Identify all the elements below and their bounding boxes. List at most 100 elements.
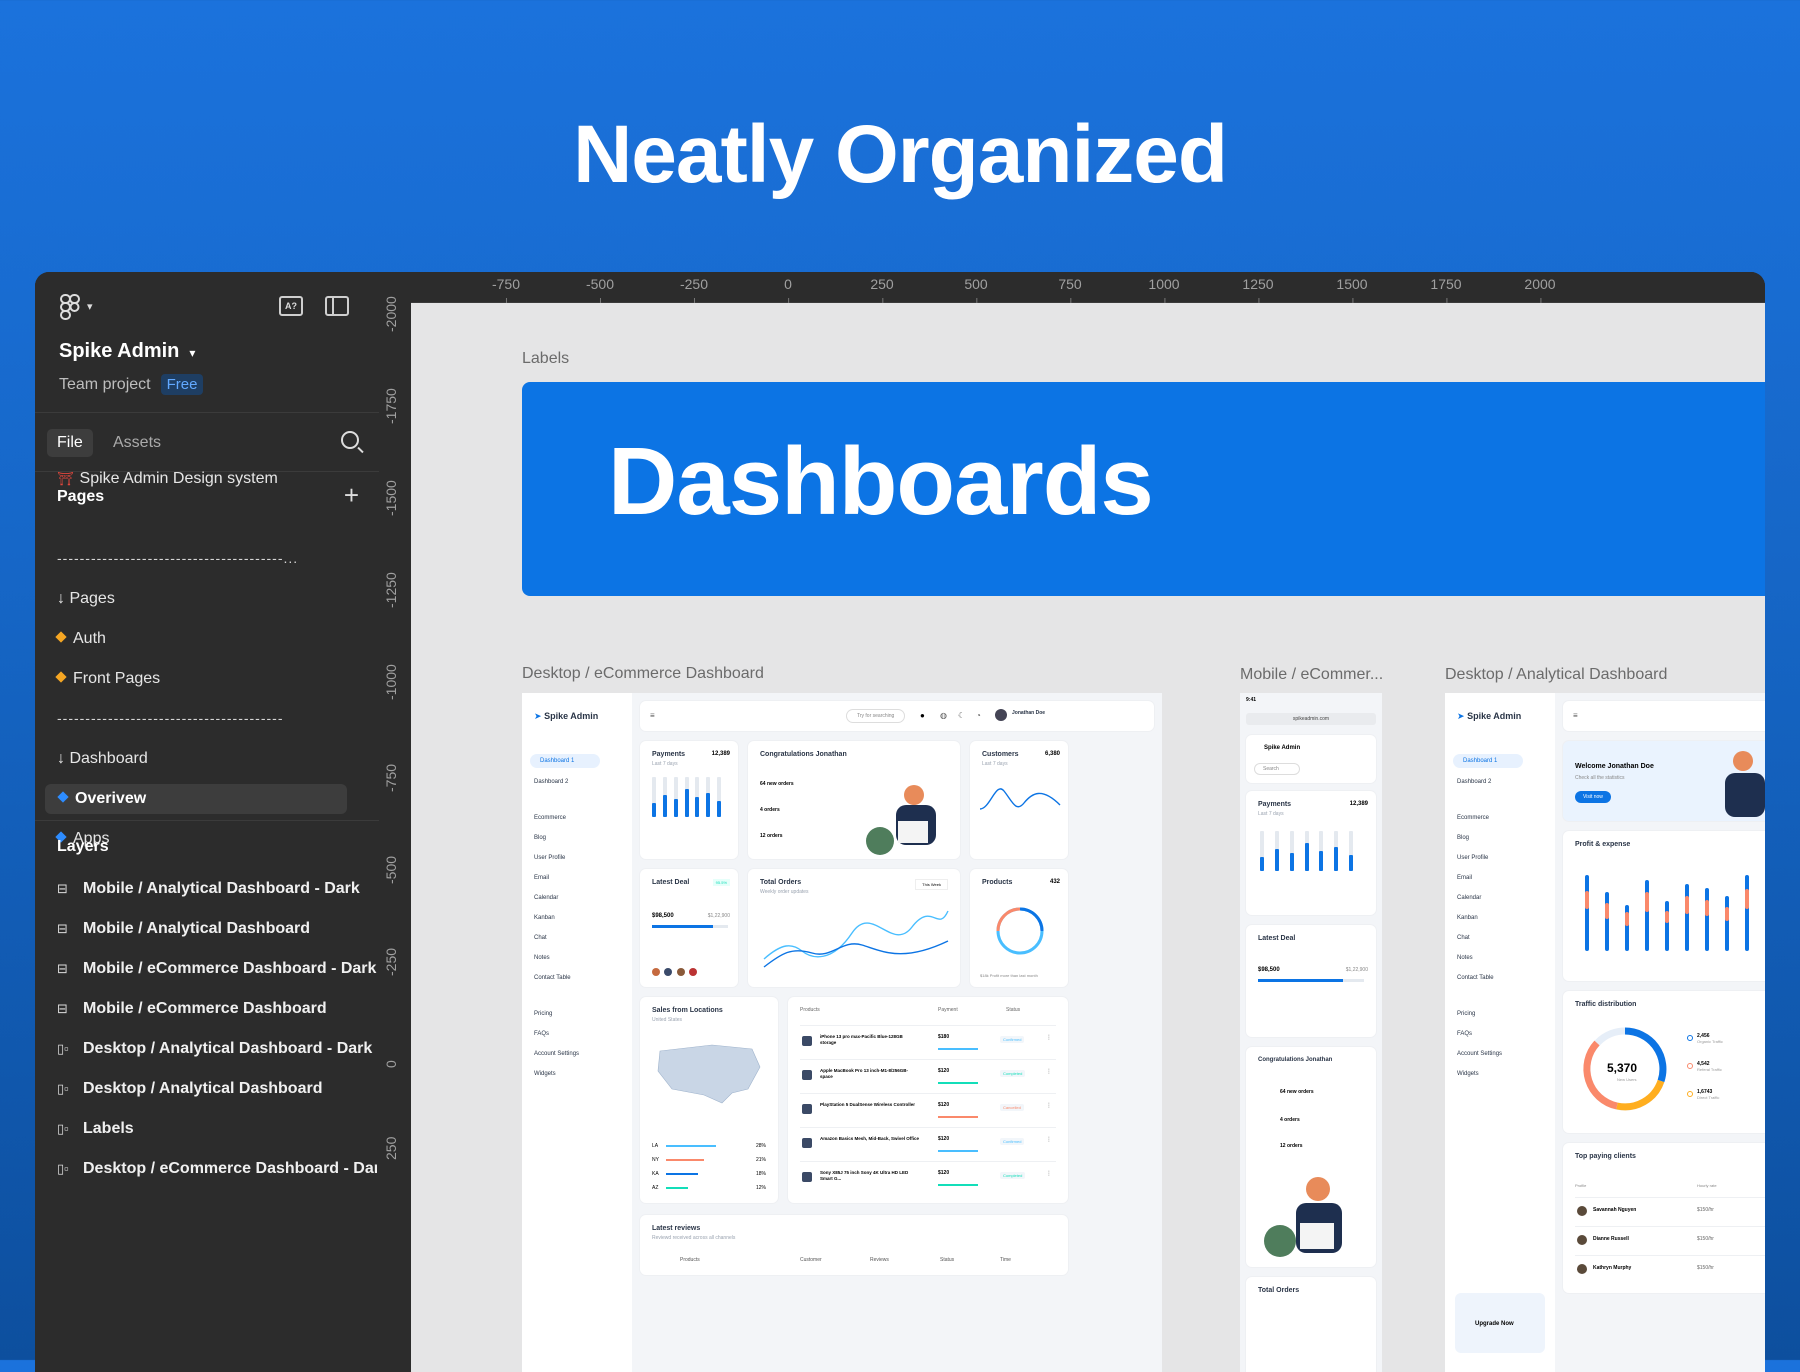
- bar: [717, 801, 722, 817]
- latest-reviews-card: Latest reviews Reviewd received across a…: [640, 1215, 1068, 1275]
- tab-file[interactable]: File: [47, 429, 93, 457]
- orders-line-chart: [763, 910, 949, 968]
- page-item[interactable]: Front Pages: [55, 670, 160, 688]
- deal-progress-track: [652, 925, 728, 928]
- page-label: ↓ Dashboard: [57, 750, 148, 767]
- avatar: [995, 709, 1007, 721]
- layer-item[interactable]: ▯▫ Desktop / Analytical Dashboard: [57, 1080, 377, 1098]
- congrats-item: 12 orders: [760, 833, 783, 839]
- reviews-title: Latest reviews: [652, 1225, 701, 1232]
- ruler-tick-label: -750: [491, 276, 521, 304]
- frame-label-desktop-ecommerce[interactable]: Desktop / eCommerce Dashboard: [522, 665, 764, 683]
- deal-total: $1,22,900: [707, 913, 730, 919]
- left-panel: ▾ A? Spike Admin ▾ Team project Free File …: [35, 272, 380, 1372]
- tab-assets[interactable]: Assets: [103, 429, 171, 457]
- traffic-card: Traffic distribution 5,370 New Users 2,4…: [1563, 991, 1765, 1133]
- font-check-icon[interactable]: A?: [279, 296, 303, 316]
- page-item[interactable]: ↓ Pages: [57, 590, 115, 608]
- frame-label-mobile-ecommerce[interactable]: Mobile / eCommer...: [1240, 666, 1383, 684]
- layer-item[interactable]: ⊟ Mobile / Analytical Dashboard: [57, 920, 377, 938]
- frame-icon: ▯▫: [57, 1081, 69, 1096]
- layer-item[interactable]: ▯▫ Desktop / Analytical Dashboard - Dark: [57, 1040, 377, 1058]
- expense-bar: [1585, 891, 1589, 910]
- ruler-tick-label: -1500: [383, 480, 399, 516]
- status-badge: Cancelled: [1000, 1104, 1024, 1111]
- mini-menu-item: User Profile: [1457, 855, 1489, 861]
- expense-bar: [1745, 889, 1749, 910]
- page-divider: ----------------------------------------…: [57, 550, 347, 566]
- ruler-tick-label: 500: [964, 276, 988, 304]
- location-row: AZ 12%: [652, 1185, 766, 1199]
- deal-value: $98,500: [1258, 967, 1280, 973]
- layer-item[interactable]: ⊟ Mobile / eCommerce Dashboard: [57, 1000, 377, 1018]
- chevron-down-icon[interactable]: ▾: [87, 300, 93, 313]
- mini-user: Jonathan Doe: [1012, 710, 1046, 716]
- layer-item[interactable]: ▯▫ Desktop / eCommerce Dashboard - Dark: [57, 1160, 377, 1178]
- page-item[interactable]: Auth: [55, 630, 106, 648]
- location-pct: 12%: [755, 1185, 766, 1191]
- page-item[interactable]: Overivew: [45, 784, 347, 814]
- layer-item[interactable]: ▯▫ Labels: [57, 1120, 377, 1138]
- congrats-item: 4 orders: [760, 807, 780, 813]
- ruler-tick-label: 0: [784, 276, 792, 304]
- desktop-ecommerce-frame[interactable]: ➤ Spike Admin Dashboard 1 Dashboard 2 Ecom…: [522, 693, 1162, 1372]
- bar: [684, 789, 689, 817]
- legend-item: 1,6743 Direct Traffic: [1687, 1089, 1723, 1117]
- mini-menu-item: Account Settings: [1457, 1051, 1503, 1057]
- clients-title: Top paying clients: [1575, 1153, 1636, 1160]
- figma-logo-icon[interactable]: [59, 294, 81, 320]
- avatar: [664, 968, 673, 976]
- search-icon[interactable]: [341, 431, 359, 449]
- section-icon: ⊟: [57, 921, 68, 936]
- layer-item[interactable]: ⊟ Mobile / Analytical Dashboard - Dark: [57, 880, 377, 898]
- expense-bar: [1685, 896, 1689, 915]
- avatar: [689, 968, 698, 976]
- layer-label: Mobile / Analytical Dashboard: [83, 920, 311, 937]
- diamond-icon: [55, 671, 67, 683]
- client-rate: $150/hr: [1697, 1265, 1714, 1271]
- legend-label: Organic Traffic: [1697, 1039, 1723, 1044]
- mobile-orders-card: Total Orders: [1246, 1277, 1376, 1372]
- frame-label-desktop-analytical[interactable]: Desktop / Analytical Dashboard: [1445, 666, 1667, 684]
- product-thumb: [802, 1036, 812, 1046]
- diamond-icon: [57, 791, 69, 803]
- pages-title: Pages: [57, 488, 105, 505]
- customers-sub: Last 7 days: [982, 761, 1008, 767]
- design-canvas[interactable]: Labels Dashboards Desktop / eCommerce Da…: [411, 303, 1765, 1372]
- mini-menu-item: Dashboard 2: [534, 779, 569, 785]
- panel-toggle-icon[interactable]: [325, 296, 349, 316]
- ruler-tick-label: 1750: [1430, 276, 1462, 304]
- mini-menu-item: Notes: [534, 955, 550, 961]
- desktop-analytical-frame[interactable]: ➤ Spike Admin Dashboard 1 Dashboard 2 Ecom…: [1445, 693, 1765, 1372]
- page-item[interactable]: ↓ Dashboard: [57, 750, 148, 768]
- product-name: Apple MacBook Pro 13 inch-M1-8/256GB-spa…: [820, 1068, 909, 1079]
- section-icon: ⊟: [57, 961, 68, 976]
- traffic-title: Traffic distribution: [1575, 1001, 1637, 1008]
- project-name[interactable]: Spike Admin ▾: [59, 340, 195, 363]
- mini-menu-item: Chat: [534, 935, 547, 941]
- status-time: 9:41: [1246, 697, 1257, 703]
- avatar: [652, 968, 660, 976]
- frame-icon: ▯▫: [57, 1161, 69, 1176]
- page-item[interactable]: ⛩ Spike Admin Design system: [57, 470, 278, 488]
- mini-menu-item: Widgets: [534, 1071, 556, 1077]
- mini-menu-item: Contact Table: [1457, 975, 1494, 981]
- project-header: ▾ A? Spike Admin ▾ Team project Free: [35, 272, 379, 413]
- add-page-icon[interactable]: +: [344, 480, 359, 511]
- labels-banner[interactable]: Dashboards: [522, 382, 1765, 596]
- product-name: PlayStation 5 DualSense Wireless Control…: [820, 1102, 915, 1107]
- deal-progress-fill: [652, 925, 713, 928]
- page-headline: Neatly Organized: [573, 109, 1228, 200]
- mobile-ecommerce-frame[interactable]: 9:41 spikeadmin.com Spike Admin Search P…: [1240, 693, 1382, 1372]
- figma-window: ▾ A? Spike Admin ▾ Team project Free File …: [35, 272, 1765, 1372]
- frame-label-labels[interactable]: Labels: [522, 350, 569, 368]
- products-table-body: iPhone 13 pro max-Pacific Blue-128GB sto…: [800, 1025, 1056, 1195]
- table-row: iPhone 13 pro max-Pacific Blue-128GB sto…: [800, 1025, 1056, 1059]
- layer-item[interactable]: ⊟ Mobile / eCommerce Dashboard - Dark: [57, 960, 377, 978]
- more-icon: ⋮: [1046, 1069, 1052, 1075]
- chevron-down-icon[interactable]: ▾: [189, 346, 195, 360]
- mini-menu-item: Pricing: [534, 1011, 553, 1017]
- profit-bar: [1725, 896, 1729, 951]
- mini-menu-item: Chat: [1457, 935, 1470, 941]
- location-code: NY: [652, 1157, 659, 1163]
